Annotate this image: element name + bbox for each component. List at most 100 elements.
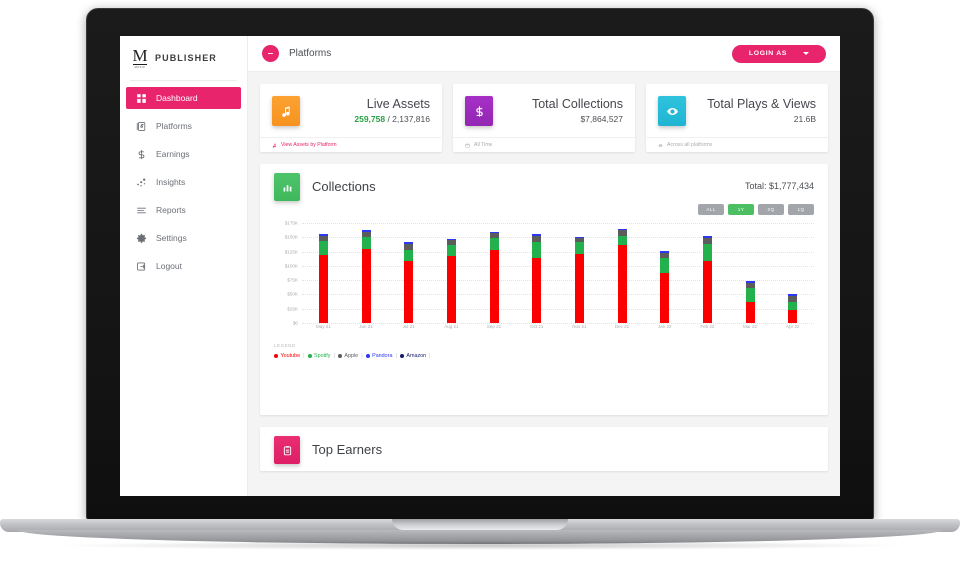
stat-footer: All Time [453,137,635,152]
sidebar-item-logout[interactable]: Logout [126,255,241,277]
legend-item-pandora[interactable]: Pandora [365,353,392,359]
stacked-bar[interactable] [660,251,670,323]
bar-group[interactable] [430,223,473,323]
legend-item-spotify[interactable]: Spotify [307,353,330,359]
sidebar-item-insights[interactable]: Insights [126,171,241,193]
chart-bars [302,223,814,323]
sidebar-item-platforms[interactable]: Platforms [126,115,241,137]
legend-item-label: Amazon [406,353,427,359]
bar-segment-youtube [660,272,670,323]
stacked-bar[interactable] [574,236,584,323]
bar-group[interactable] [387,223,430,323]
vertical-dots-icon[interactable] [262,45,279,62]
calendar-icon [465,143,470,148]
bar-group[interactable] [345,223,388,323]
bar-segment-spotify [617,235,627,246]
x-axis-tick: Jan 22 [657,324,672,329]
stacked-bar[interactable] [617,228,627,323]
gear-icon [136,233,147,244]
legend-separator: | [361,353,363,359]
sidebar-item-reports[interactable]: Reports [126,199,241,221]
bar-group[interactable] [558,223,601,323]
page-title: Platforms [289,48,332,59]
stacked-bar[interactable] [361,230,371,323]
bar-group[interactable] [515,223,558,323]
sidebar-item-label: Platforms [156,121,192,131]
bar-segment-spotify [788,301,798,310]
platforms-icon [136,121,147,132]
stacked-bar[interactable] [318,234,328,323]
music-note-icon [272,96,300,126]
top-earners-panel: Top Earners [260,427,828,471]
stat-title: Total Collections [531,97,623,111]
bar-segment-spotify [745,288,755,302]
sidebar-item-label: Dashboard [156,93,198,103]
bar-group[interactable] [473,223,516,323]
logo-subtext: MUSIC [134,65,146,69]
stat-footer-label: Across all platforms [667,142,713,148]
chart-y-axis: $0 $25K $50K $75K $100K $125K $150K $175K [274,221,300,326]
stat-card-total-collections: Total Collections $7,864,527 All Time [453,84,635,152]
bar-segment-spotify [702,243,712,262]
bar-segment-spotify [318,240,328,255]
legend-swatch-icon [399,354,404,358]
laptop-mockup: M MUSIC PUBLISHER Dashboard Platforms Earn… [0,0,960,566]
sidebar-item-label: Reports [156,205,186,215]
bar-group[interactable] [601,223,644,323]
stacked-bar[interactable] [532,234,542,323]
bar-group[interactable] [729,223,772,323]
bar-group[interactable] [302,223,345,323]
stat-footer-label: All Time [474,142,493,148]
stacked-bar[interactable] [404,242,414,323]
sidebar-item-label: Insights [156,177,186,187]
sidebar: M MUSIC PUBLISHER Dashboard Platforms Earn… [120,36,248,496]
stat-value: $7,864,527 [532,114,623,124]
sidebar-divider [130,80,237,81]
x-axis-tick: Sep 21 [486,324,502,329]
x-axis-tick: May 21 [315,324,331,329]
stacked-bar[interactable] [489,231,499,323]
stat-value-secondary: 21.6B [793,114,816,124]
legend-items: Youtube | Spotify | Apple | Pandora | Amazon | [274,353,814,359]
legend-item-apple[interactable]: Apple [337,353,358,359]
bar-group[interactable] [771,223,814,323]
stat-footer[interactable]: View Assets by Platform [260,137,442,152]
stat-footer: Across all platforms [646,137,828,152]
legend-swatch-icon [307,354,312,358]
bar-segment-youtube [617,245,627,323]
sidebar-nav: Dashboard Platforms Earnings Insights Report… [120,87,247,277]
brand-logo: M MUSIC PUBLISHER [120,36,247,70]
main-area: Platforms LOGIN AS Live Assets 259,758 / … [248,36,840,496]
sidebar-item-label: Settings [156,233,187,243]
sidebar-item-settings[interactable]: Settings [126,227,241,249]
stat-footer-label: View Assets by Platform [281,142,337,148]
stat-title: Live Assets [366,97,430,111]
bar-segment-youtube [446,255,456,323]
legend-swatch-icon [365,354,370,358]
legend-item-youtube[interactable]: Youtube [274,353,300,359]
y-axis-tick: $25K [287,306,298,312]
y-axis-tick: $125K [284,249,298,255]
stacked-bar[interactable] [702,235,712,323]
stacked-bar[interactable] [788,294,798,323]
login-as-button[interactable]: LOGIN AS [732,44,826,63]
legend-separator: | [333,353,335,359]
sidebar-item-dashboard[interactable]: Dashboard [126,87,241,109]
legend-swatch-icon [274,354,278,358]
grid-icon [136,93,147,104]
bar-group[interactable] [686,223,729,323]
collections-total: Total: $1,777,434 [744,181,814,191]
bar-segment-spotify [489,237,499,250]
bar-segment-youtube [788,309,798,323]
bar-group[interactable] [643,223,686,323]
reports-icon [136,205,147,216]
sidebar-item-earnings[interactable]: Earnings [126,143,241,165]
eye-icon [658,143,663,148]
collections-panel: Collections Total: $1,777,434 ALL 1Y 2Q 1Q … [260,164,828,415]
stacked-bar[interactable] [745,281,755,323]
content-scroll: Live Assets 259,758 / 2,137,816 View Asset… [248,72,840,496]
stacked-bar[interactable] [446,239,456,323]
stat-card-live-assets: Live Assets 259,758 / 2,137,816 View Asset… [260,84,442,152]
bar-segment-spotify [660,257,670,273]
legend-item-amazon[interactable]: Amazon [399,353,427,359]
